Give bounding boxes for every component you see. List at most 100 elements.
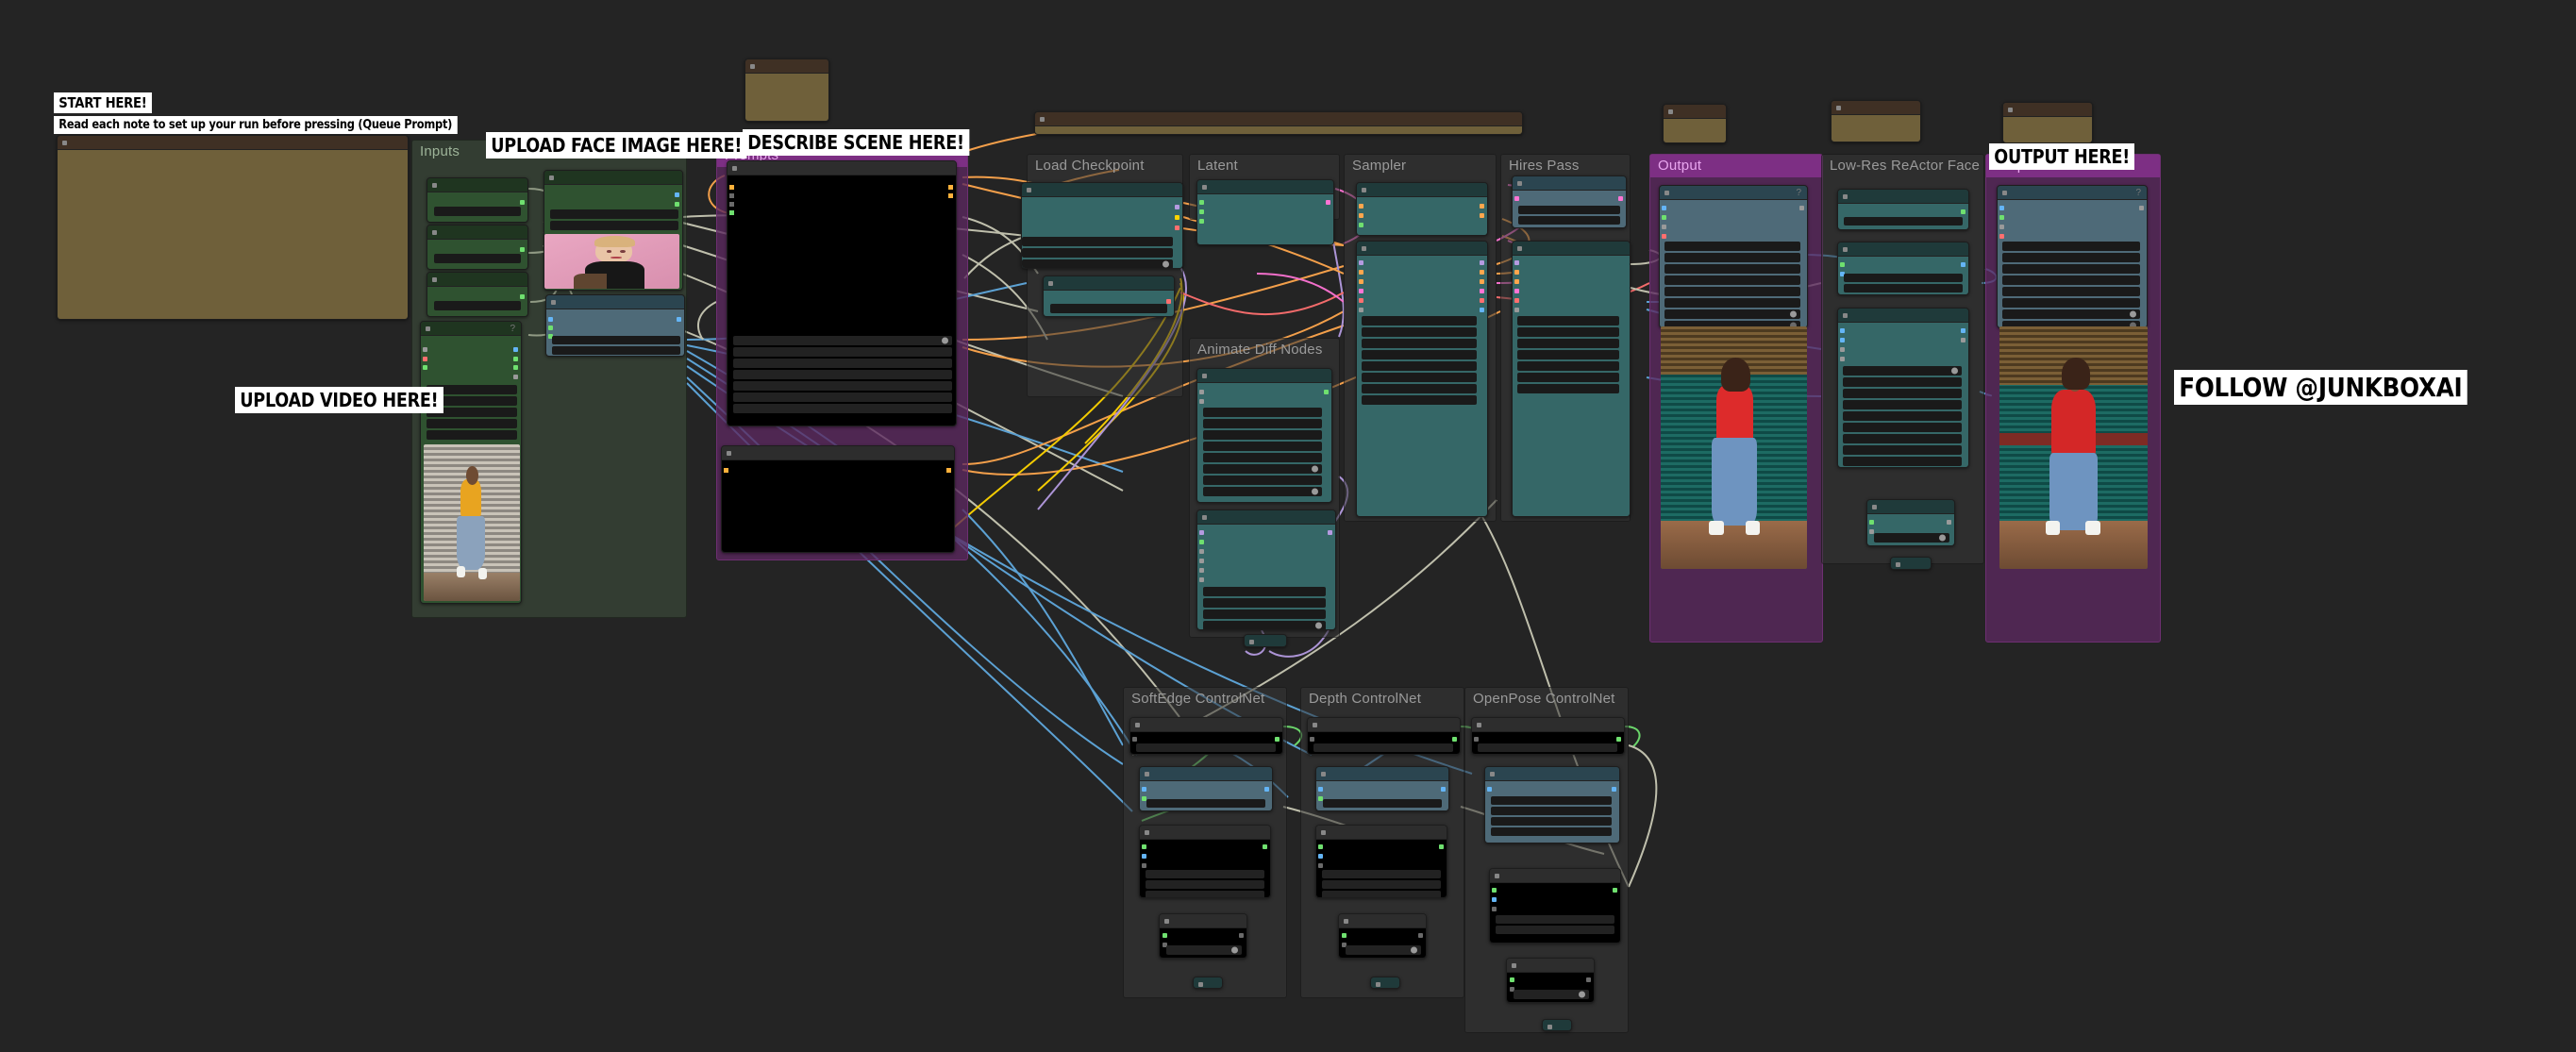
widget-knob[interactable] — [1939, 534, 1946, 542]
collapse-icon[interactable] — [1135, 723, 1140, 727]
input-port-image[interactable] — [548, 317, 553, 322]
widget-detect-hand[interactable] — [1491, 796, 1612, 805]
node-header[interactable] — [1022, 183, 1182, 197]
node-animatediff-collapsed[interactable] — [1244, 634, 1287, 647]
collapse-icon[interactable] — [1547, 1025, 1552, 1029]
node-header[interactable] — [1316, 767, 1448, 781]
collapse-icon[interactable] — [432, 277, 437, 282]
node-header[interactable] — [1160, 914, 1246, 928]
node-softedge-collapsed[interactable] — [1193, 977, 1223, 989]
widget-scheduler[interactable] — [1362, 373, 1477, 382]
widget-value[interactable] — [434, 254, 521, 263]
output-port-negative[interactable] — [1480, 213, 1484, 218]
input-port-image[interactable] — [1142, 854, 1146, 859]
node-openpose-preprocessor[interactable] — [1484, 766, 1620, 843]
widget-facedetection[interactable] — [1843, 389, 1962, 398]
input-port-input-image[interactable] — [1840, 338, 1845, 342]
widget-controlnet-name[interactable] — [1313, 743, 1453, 752]
output-port-right[interactable] — [1586, 977, 1591, 982]
input-port-vae[interactable] — [1359, 298, 1363, 303]
collapse-icon[interactable] — [1202, 185, 1207, 190]
input-port-height[interactable] — [1199, 209, 1204, 214]
output-port-model[interactable] — [1328, 530, 1332, 535]
note-node-prompt[interactable] — [1034, 111, 1523, 135]
widget-frame-rate[interactable] — [1664, 242, 1800, 251]
output-port-image[interactable] — [675, 192, 679, 197]
node-load-checkpoint[interactable] — [1021, 182, 1183, 269]
node-header[interactable] — [1485, 767, 1619, 781]
comfyui-canvas[interactable]: Inputs Prompts Load Checkpoint Latent An… — [0, 0, 2576, 1052]
input-port-extra[interactable] — [1142, 863, 1146, 868]
widget-closed-loop[interactable] — [1203, 442, 1322, 451]
input-port-context[interactable] — [1199, 399, 1204, 404]
output-port-right[interactable] — [1239, 933, 1244, 938]
collapse-icon[interactable] — [1872, 505, 1877, 509]
note-node-start[interactable] — [57, 135, 409, 320]
output-port-image[interactable] — [1480, 308, 1484, 312]
help-icon[interactable]: ? — [2135, 186, 2141, 200]
input-port-model[interactable] — [1199, 390, 1204, 394]
input-port-meta[interactable] — [1999, 225, 2004, 229]
collapse-icon[interactable] — [1477, 723, 1481, 727]
output-port-context[interactable] — [1324, 390, 1329, 394]
collapse-icon[interactable] — [426, 326, 430, 331]
widget-value[interactable] — [434, 207, 521, 216]
widget-select-frames[interactable] — [427, 419, 517, 428]
widget-loop-count[interactable] — [2002, 253, 2140, 262]
input-port-sample-settings[interactable] — [1199, 568, 1204, 573]
widget-opt-4[interactable] — [733, 381, 952, 391]
widget-upscale-method[interactable] — [1518, 206, 1620, 214]
output-port-vae[interactable] — [1480, 298, 1484, 303]
input-port-conditioning[interactable] — [724, 468, 728, 473]
widget-preview[interactable] — [1362, 395, 1477, 405]
widget-restore-visibility[interactable] — [1843, 411, 1962, 421]
node-header[interactable] — [546, 295, 684, 309]
input-port-image[interactable] — [1492, 897, 1497, 902]
output-port-controlnet[interactable] — [1613, 888, 1617, 893]
widget-fuse-method[interactable] — [1203, 453, 1322, 462]
widget-cfg[interactable] — [1517, 350, 1619, 359]
collapse-icon[interactable] — [1362, 188, 1366, 192]
node-softedge-strength[interactable] — [1159, 913, 1247, 959]
node-positive-prompt[interactable] — [727, 160, 957, 426]
widget-knob[interactable] — [1579, 991, 1585, 998]
widget-end-percent[interactable] — [1146, 891, 1264, 897]
node-header[interactable] — [427, 273, 527, 287]
widget-image-file[interactable] — [550, 209, 678, 219]
node-header[interactable] — [1664, 105, 1726, 119]
widget-denoise[interactable] — [1362, 384, 1477, 393]
input-port-clip[interactable] — [729, 193, 734, 198]
node-reactor-load-face[interactable] — [1837, 189, 1969, 230]
input-port-audio[interactable] — [1999, 215, 2004, 220]
output-port-model[interactable] — [520, 200, 525, 205]
widget-seed[interactable] — [1362, 316, 1477, 326]
collapse-icon[interactable] — [1313, 723, 1317, 727]
node-header[interactable] — [1867, 500, 1954, 514]
widget-steps[interactable] — [1517, 339, 1619, 348]
node-header[interactable] — [1140, 826, 1270, 840]
input-port-latent[interactable] — [1514, 196, 1519, 201]
input-port-model[interactable] — [1514, 260, 1519, 265]
widget-opt-2[interactable] — [733, 359, 952, 368]
collapse-icon[interactable] — [1249, 640, 1254, 644]
collapse-icon[interactable] — [1517, 181, 1522, 186]
collapse-icon[interactable] — [432, 230, 437, 235]
node-header[interactable] — [1838, 242, 1968, 257]
widget-detect-face[interactable] — [1491, 817, 1612, 826]
widget-loop-count[interactable] — [1664, 253, 1800, 262]
widget-width[interactable] — [552, 336, 680, 344]
node-video-loader[interactable]: ? — [420, 321, 522, 604]
help-icon[interactable]: ? — [510, 322, 515, 336]
collapse-icon[interactable] — [1202, 515, 1207, 520]
widget-value[interactable] — [1166, 945, 1242, 955]
input-port-extra[interactable] — [1318, 863, 1323, 868]
note-node-sampler[interactable] — [1831, 100, 1921, 142]
input-port-a[interactable] — [1310, 737, 1314, 742]
output-port-conditioning-2[interactable] — [948, 193, 953, 198]
node-vae-loader[interactable] — [1043, 276, 1175, 317]
node-header[interactable] — [1832, 101, 1920, 115]
node-header[interactable] — [1357, 183, 1487, 197]
collapse-icon[interactable] — [1843, 247, 1848, 252]
output-port-mask[interactable] — [675, 202, 679, 207]
widget-face-restore[interactable] — [1843, 400, 1962, 409]
